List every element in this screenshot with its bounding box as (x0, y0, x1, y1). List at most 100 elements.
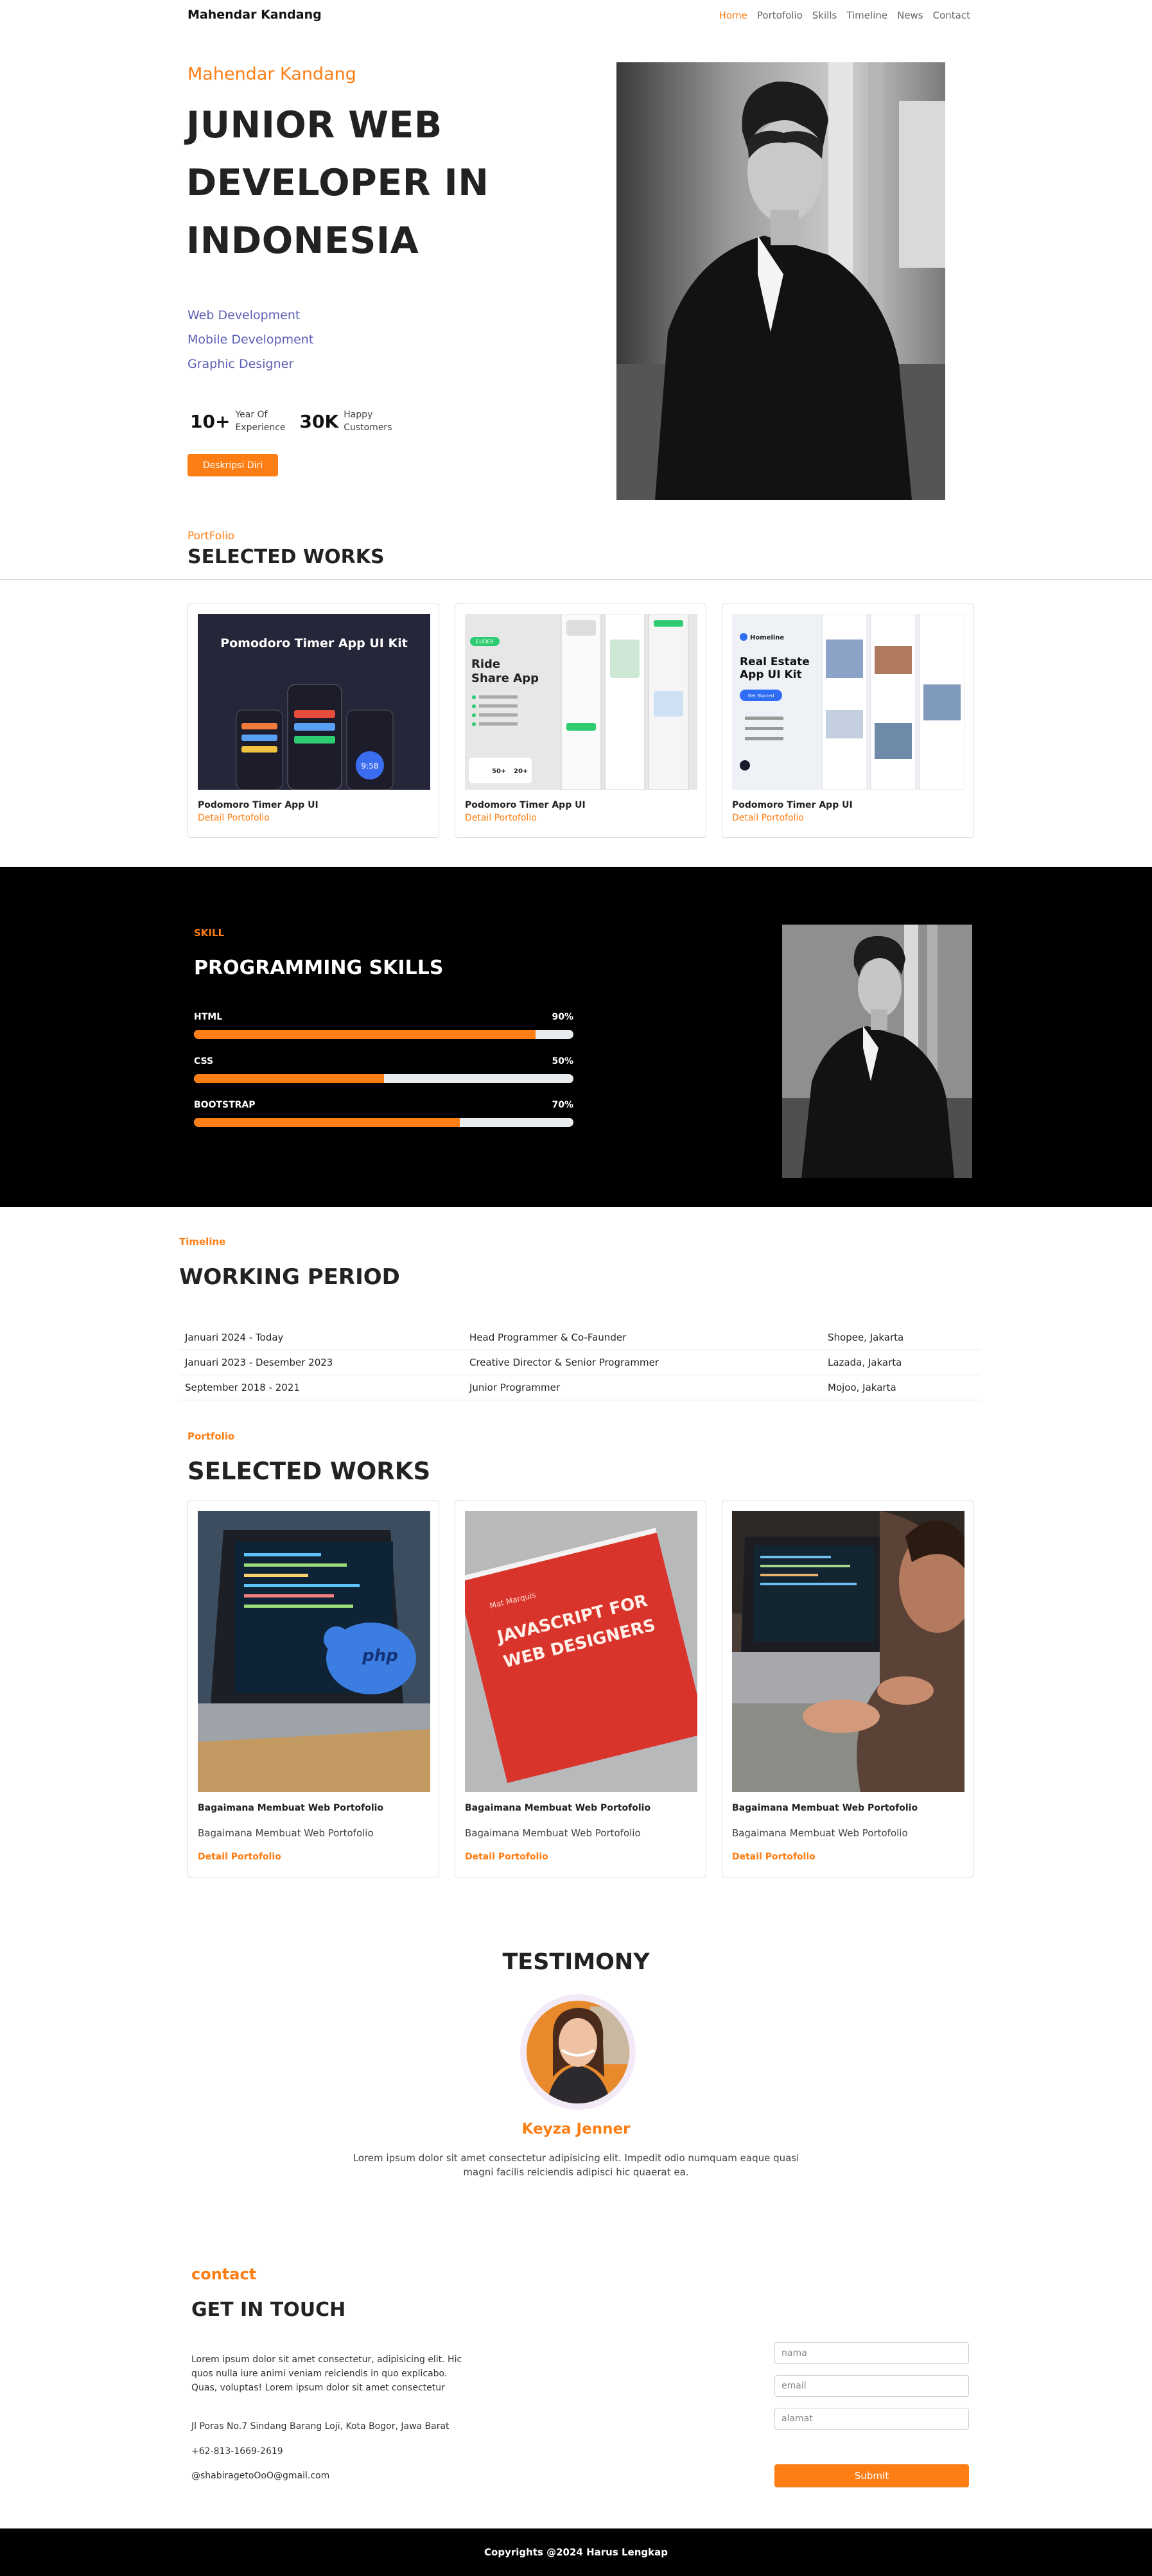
blog-card-title: Bagaimana Membuat Web Portofolio (465, 1803, 651, 1813)
timeline-role: Junior Programmer (469, 1382, 561, 1393)
nav-timeline[interactable]: Timeline (846, 10, 887, 21)
skill-html: HTML 90% (194, 1012, 573, 1039)
timeline-title: WORKING PERIOD (179, 1264, 400, 1290)
hero-roles: Web Development Mobile Development Graph… (188, 303, 313, 376)
work-card[interactable]: EUDER Ride Share App 50+ 20+ Podomoro Ti… (455, 604, 706, 838)
timeline-eyebrow: Timeline (179, 1236, 226, 1248)
stat-customers-value: 30K (299, 410, 339, 432)
nav-news[interactable]: News (897, 10, 923, 21)
contact-phone: +62-813-1669-2619 (191, 2446, 283, 2457)
role-item: Mobile Development (188, 333, 314, 347)
contact-eyebrow: contact (191, 2265, 257, 2283)
thumb-heading-1: Pomodoro Timer App UI Kit (220, 636, 408, 650)
stat-years-value: 10+ (190, 410, 231, 432)
nav-home[interactable]: Home (719, 10, 747, 21)
detail-portfolio-link[interactable]: Detail Portofolio (465, 813, 537, 823)
portfolio-eyebrow: PortFolio (188, 530, 235, 543)
work-card-title: Podomoro Timer App UI (465, 800, 586, 810)
skills-section (0, 867, 1152, 1207)
detail-portfolio-link[interactable]: Detail Portofolio (198, 1852, 281, 1862)
skill-css: CSS 50% (194, 1056, 573, 1083)
testimony-avatar (520, 1994, 636, 2110)
skill-name: CSS (194, 1056, 214, 1066)
work-card-title: Podomoro Timer App UI (732, 800, 853, 810)
role-item: Web Development (188, 308, 301, 322)
contact-email: @shabiragetoOoO@gmail.com (191, 2471, 330, 2481)
deskripsi-diri-button[interactable]: Deskripsi Diri (188, 454, 278, 476)
blog-card-desc: Bagaimana Membuat Web Portofolio (198, 1827, 374, 1839)
skill-progress-fill (194, 1118, 460, 1127)
stat-years-label: Year Of Experience (235, 410, 286, 433)
testimony-title: TESTIMONY (502, 1949, 650, 1975)
detail-portfolio-link[interactable]: Detail Portofolio (732, 813, 804, 823)
timeline-period: September 2018 - 2021 (185, 1382, 300, 1393)
thumb-stat-1: 50+ (492, 768, 506, 775)
thumb-button: Get Started (748, 693, 774, 699)
blog-card[interactable]: Bagaimana Membuat Web Portofolio Bagaima… (722, 1501, 973, 1877)
submit-button[interactable]: Submit (774, 2464, 969, 2487)
skills-eyebrow: SKILL (194, 927, 225, 939)
nav-skills[interactable]: Skills (812, 10, 837, 21)
stat-customers-label: Happy Customers (344, 410, 392, 433)
timeline-period: Januari 2024 - Today (185, 1332, 284, 1343)
skill-progress-fill (194, 1074, 384, 1083)
work-card[interactable]: Homeline Real Estate App UI Kit Get Star… (722, 604, 973, 838)
blog-card-desc: Bagaimana Membuat Web Portofolio (465, 1827, 641, 1839)
blog-card-desc: Bagaimana Membuat Web Portofolio (732, 1827, 908, 1839)
timeline-role: Creative Director & Senior Programmer (469, 1357, 659, 1368)
nav-contact[interactable]: Contact (933, 10, 970, 21)
blog-card[interactable]: php Bagaimana Membuat Web Portofolio Bag… (188, 1501, 439, 1877)
thumb-badge: EUDER (476, 639, 494, 645)
timeline-place: Mojoo, Jakarta (828, 1382, 896, 1393)
email-input[interactable] (774, 2375, 969, 2397)
pomodoro-app-thumbnail: Pomodoro Timer App UI Kit 9:58 (198, 614, 430, 790)
detail-portfolio-link[interactable]: Detail Portofolio (198, 813, 270, 823)
svg-text:App UI Kit: App UI Kit (740, 668, 802, 681)
main-nav: Home Portofolio Skills Timeline News Con… (719, 10, 970, 21)
thumb-heading-2: Ride (471, 657, 500, 671)
javascript-book-photo: Mat Marquis JAVASCRIPT FOR WEB DESIGNERS (465, 1511, 697, 1792)
thumb-heading-3: Real Estate (740, 656, 810, 668)
skill-name: HTML (194, 1012, 223, 1022)
section-divider (0, 579, 1152, 580)
work-card[interactable]: Pomodoro Timer App UI Kit 9:58 Podomoro … (188, 604, 439, 838)
contact-description: Lorem ipsum dolor sit amet consectetur, … (191, 2354, 462, 2393)
detail-portfolio-link[interactable]: Detail Portofolio (465, 1852, 548, 1862)
timeline-period: Januari 2023 - Desember 2023 (185, 1357, 333, 1368)
hero-name: Mahendar Kandang (188, 64, 356, 84)
timeline-row: September 2018 - 2021 Junior Programmer … (179, 1375, 981, 1400)
portfolio-title: SELECTED WORKS (188, 546, 385, 568)
contact-address: Jl Poras No.7 Sindang Barang Loji, Kota … (191, 2421, 449, 2432)
svg-text:Share App: Share App (471, 672, 539, 685)
skill-percent: 50% (552, 1056, 573, 1066)
name-input[interactable] (774, 2342, 969, 2364)
work-card-title: Podomoro Timer App UI (198, 800, 319, 810)
testimony-name: Keyza Jenner (521, 2121, 631, 2137)
timeline-row: Januari 2024 - Today Head Programmer & C… (179, 1325, 981, 1350)
hero-title: JUNIOR WEB DEVELOPER IN INDONESIA (186, 104, 489, 262)
timeline-place: Shopee, Jakarta (828, 1332, 904, 1343)
skill-progress-bar (194, 1118, 573, 1127)
thumb-brand: Homeline (750, 634, 784, 641)
detail-portfolio-link[interactable]: Detail Portofolio (732, 1852, 816, 1862)
footer-copyright: Copyrights @2024 Harus Lengkap (0, 2528, 1152, 2576)
blog-card[interactable]: Mat Marquis JAVASCRIPT FOR WEB DESIGNERS… (455, 1501, 706, 1877)
brand-logo[interactable]: Mahendar Kandang (188, 8, 322, 22)
portfolio2-eyebrow: Portfolio (188, 1431, 235, 1442)
laptop-php-photo: php (198, 1511, 430, 1792)
thumb-time: 9:58 (362, 761, 379, 770)
ride-share-thumbnail: EUDER Ride Share App 50+ 20+ (465, 614, 697, 790)
skill-name: BOOTSTRAP (194, 1100, 256, 1110)
hero-stats: 10+ Year Of Experience 30K Happy Customers (190, 408, 392, 434)
testimony-quote: Lorem ipsum dolor sit amet consectetur a… (353, 2152, 799, 2178)
blog-card-title: Bagaimana Membuat Web Portofolio (198, 1803, 384, 1813)
skill-progress-bar (194, 1030, 573, 1039)
thumb-stat-2: 20+ (514, 768, 528, 775)
php-text: php (362, 1646, 398, 1666)
address-input[interactable] (774, 2408, 969, 2430)
skill-progress-fill (194, 1030, 536, 1039)
skill-percent: 90% (552, 1012, 573, 1022)
skill-percent: 70% (552, 1100, 573, 1110)
nav-portfolio[interactable]: Portofolio (757, 10, 803, 21)
skills-title: PROGRAMMING SKILLS (194, 957, 444, 979)
